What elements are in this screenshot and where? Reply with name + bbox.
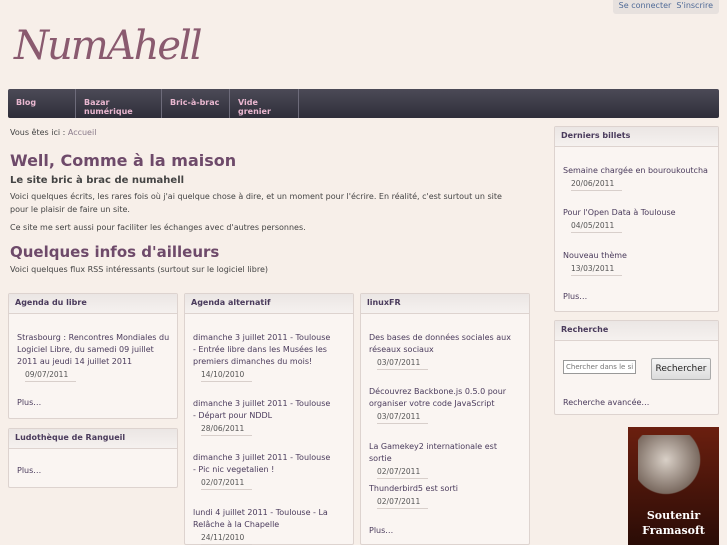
nav-item-bric-a-brac[interactable]: Bric-à-brac — [162, 89, 230, 118]
nav-item-bazar[interactable]: Bazar numérique — [76, 89, 162, 118]
feed-box-agenda-libre: Agenda du libre Strasbourg : Rencontres … — [8, 293, 178, 419]
recent-post: Pour l'Open Data à Toulouse 04/05/2011 — [563, 207, 713, 233]
feed-title: linuxFR — [361, 294, 529, 314]
site-logo[interactable]: NumAhell — [14, 18, 203, 74]
advanced-search-link[interactable]: Recherche avancée… — [563, 398, 649, 407]
search-button[interactable]: Rechercher — [651, 358, 711, 380]
feed-item: Découvrez Backbone.js 0.5.0 pour organis… — [369, 386, 519, 424]
feed-item-link[interactable]: dimanche 3 juillet 2011 - Toulouse - Dép… — [193, 398, 333, 422]
banner-line2: Framasoft — [642, 524, 705, 537]
feed-box-ludotheque: Ludothèque de Rangueil Plus… — [8, 428, 178, 488]
recent-post-link[interactable]: Nouveau thème — [563, 250, 713, 262]
signup-link[interactable]: S'inscrire — [676, 1, 713, 13]
login-link[interactable]: Se connecter — [619, 1, 672, 13]
breadcrumb: Vous êtes ici : Accueil — [10, 128, 96, 137]
feed-item-link[interactable]: lundi 4 juillet 2011 - Toulouse - La Rel… — [193, 507, 333, 531]
feed-item-link[interactable]: Strasbourg : Rencontres Mondiales du Log… — [17, 332, 171, 368]
framasoft-banner[interactable]: Soutenir Framasoft — [628, 427, 719, 545]
feed-box-linuxfr: linuxFR Des bases de données sociales au… — [360, 293, 530, 545]
feed-item: La Gamekey2 internationale est sortie 02… — [369, 441, 519, 479]
breadcrumb-prefix: Vous êtes ici : — [10, 128, 66, 137]
section-title: Quelques infos d'ailleurs — [10, 243, 220, 261]
dragon-icon — [638, 435, 708, 497]
more-link[interactable]: Plus… — [17, 466, 41, 475]
feed-item: Des bases de données sociales aux réseau… — [369, 332, 519, 370]
breadcrumb-home-link[interactable]: Accueil — [68, 128, 97, 137]
recent-post-link[interactable]: Semaine chargée en bouroukoutcha — [563, 165, 713, 177]
recent-posts-title: Derniers billets — [555, 127, 718, 147]
feed-item-date: 02/07/2011 — [201, 477, 253, 490]
nav-item-vide-grenier[interactable]: Vide grenier — [230, 89, 299, 118]
feed-item-date: 24/11/2010 — [201, 532, 253, 545]
feed-item-date: 09/07/2011 — [25, 369, 77, 382]
recent-post-link[interactable]: Pour l'Open Data à Toulouse — [563, 207, 713, 219]
feed-item-date: 03/07/2011 — [377, 411, 429, 424]
nav-item-blog[interactable]: Blog — [8, 89, 76, 118]
page-title: Well, Comme à la maison — [10, 151, 237, 170]
more-link[interactable]: Plus… — [17, 398, 41, 407]
feed-item: Strasbourg : Rencontres Mondiales du Log… — [17, 332, 171, 382]
feed-box-agenda-alternatif: Agenda alternatif dimanche 3 juillet 201… — [184, 293, 354, 545]
feed-title: Agenda alternatif — [185, 294, 353, 314]
feed-item-link[interactable]: Thunderbird5 est sorti — [369, 483, 519, 495]
feed-item: dimanche 3 juillet 2011 - Toulouse - Dép… — [193, 398, 333, 436]
feed-item-date: 03/07/2011 — [377, 357, 429, 370]
more-link[interactable]: Plus… — [563, 292, 587, 301]
feed-item-date: 02/07/2011 — [377, 496, 429, 509]
recent-post-date: 04/05/2011 — [571, 220, 623, 233]
feed-item: dimanche 3 juillet 2011 - Toulouse - Pic… — [193, 452, 333, 490]
intro-paragraph: Voici quelques écrits, les rares fois où… — [10, 192, 502, 214]
feed-item-date: 14/10/2010 — [201, 369, 253, 382]
page-subtitle: Le site bric à brac de numahell — [10, 175, 185, 186]
recent-post-date: 20/06/2011 — [571, 178, 623, 191]
search-input[interactable] — [563, 360, 636, 374]
search-box: Recherche Rechercher Recherche avancée… — [554, 320, 719, 415]
feed-title: Ludothèque de Rangueil — [9, 429, 177, 449]
recent-post-date: 13/03/2011 — [571, 263, 623, 276]
feed-item: lundi 4 juillet 2011 - Toulouse - La Rel… — [193, 507, 333, 545]
feed-title: Agenda du libre — [9, 294, 177, 314]
recent-posts-box: Derniers billets Semaine chargée en bour… — [554, 126, 719, 312]
feed-item: dimanche 3 juillet 2011 - Toulouse - Ent… — [193, 332, 333, 382]
feed-item-link[interactable]: dimanche 3 juillet 2011 - Toulouse - Ent… — [193, 332, 333, 368]
intro-paragraph-2: Ce site me sert aussi pour faciliter les… — [10, 223, 306, 232]
feed-item-link[interactable]: Découvrez Backbone.js 0.5.0 pour organis… — [369, 386, 519, 410]
main-nav: Blog Bazar numérique Bric-à-brac Vide gr… — [8, 89, 719, 118]
section-intro: Voici quelques flux RSS intéressants (su… — [10, 265, 268, 274]
feed-item-date: 28/06/2011 — [201, 423, 253, 436]
more-link[interactable]: Plus… — [369, 526, 393, 535]
feed-item-date: 02/07/2011 — [377, 466, 429, 479]
feed-item-link[interactable]: Des bases de données sociales aux réseau… — [369, 332, 519, 356]
search-title: Recherche — [555, 321, 718, 341]
feed-item-link[interactable]: dimanche 3 juillet 2011 - Toulouse - Pic… — [193, 452, 333, 476]
user-links: Se connecter S'inscrire — [612, 0, 719, 14]
banner-line1: Soutenir — [646, 509, 701, 522]
feed-item-link[interactable]: La Gamekey2 internationale est sortie — [369, 441, 519, 465]
feed-item: Thunderbird5 est sorti 02/07/2011 — [369, 483, 519, 509]
recent-post: Nouveau thème 13/03/2011 — [563, 250, 713, 276]
recent-post: Semaine chargée en bouroukoutcha 20/06/2… — [563, 165, 713, 191]
